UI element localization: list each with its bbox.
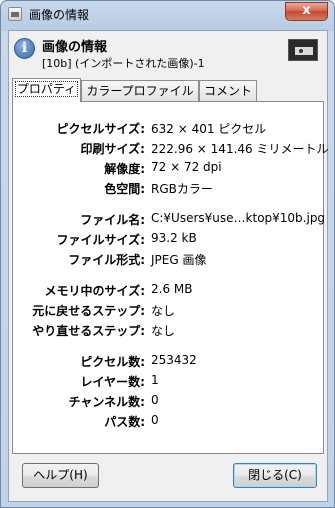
close-button[interactable]: 閉じる(C) — [233, 463, 317, 488]
tab-color-profile[interactable]: カラープロファイル — [81, 80, 199, 101]
property-value: JPEG 画像 — [151, 253, 207, 267]
image-info-dialog: 画像の情報 x i 画像の情報 [10b] (インポートされた画像)-1 プロパ… — [0, 0, 335, 508]
property-label: ピクセルサイズ: — [56, 122, 145, 136]
property-value: RGBカラー — [151, 182, 213, 196]
property-label: 色空間: — [104, 182, 145, 196]
dialog-heading: 画像の情報 — [42, 40, 108, 55]
property-value: 0 — [151, 393, 159, 407]
image-app-icon — [8, 7, 22, 21]
close-window-button[interactable]: x — [285, 2, 328, 21]
property-label: ファイル形式: — [68, 253, 145, 267]
property-row: ファイルサイズ: 93.2 kB — [13, 231, 325, 251]
property-row: チャンネル数: 0 — [13, 393, 325, 413]
tab-comment[interactable]: コメント — [199, 80, 257, 101]
property-row: 色空間: RGBカラー — [13, 180, 325, 200]
properties-panel: ピクセルサイズ: 632 × 401 ピクセル 印刷サイズ: 222.96 × 14… — [12, 101, 329, 454]
property-row: 解像度: 72 × 72 dpi — [13, 160, 325, 180]
property-row: メモリ中のサイズ: 2.6 MB — [13, 282, 325, 302]
dialog-body: i 画像の情報 [10b] (インポートされた画像)-1 プロパティ カラープロ… — [8, 30, 328, 502]
property-label: ピクセル数: — [80, 355, 145, 369]
property-value: 1 — [151, 373, 159, 387]
property-row: ファイル形式: JPEG 画像 — [13, 251, 325, 271]
property-value: 2.6 MB — [151, 282, 193, 296]
property-label: ファイルサイズ: — [56, 233, 145, 247]
image-thumbnail — [288, 39, 318, 61]
property-value: なし — [151, 324, 176, 338]
help-button[interactable]: ヘルプ(H) — [22, 463, 99, 488]
window-title: 画像の情報 — [29, 8, 90, 22]
property-value: 72 × 72 dpi — [151, 160, 222, 174]
info-icon: i — [14, 38, 35, 59]
property-label: メモリ中のサイズ: — [44, 284, 145, 298]
property-value: 632 × 401 ピクセル — [151, 122, 267, 136]
property-value: 222.96 × 141.46 ミリメートル — [151, 142, 329, 156]
property-row: ピクセル数: 253432 — [13, 353, 325, 373]
property-row: ファイル名: C:¥Users¥use…ktop¥10b.jpg — [13, 211, 325, 231]
property-label: パス数: — [104, 415, 145, 429]
property-label: 印刷サイズ: — [80, 142, 145, 156]
property-row: 印刷サイズ: 222.96 × 141.46 ミリメートル — [13, 140, 329, 160]
property-value: C:¥Users¥use…ktop¥10b.jpg — [151, 211, 326, 225]
property-row: 元に戻せるステップ: なし — [13, 302, 325, 322]
property-label: ファイル名: — [80, 213, 145, 227]
property-label: やり直せるステップ: — [32, 324, 145, 338]
property-row: レイヤー数: 1 — [13, 373, 325, 393]
property-row: やり直せるステップ: なし — [13, 322, 325, 342]
property-row: ピクセルサイズ: 632 × 401 ピクセル — [13, 120, 325, 140]
property-value: なし — [151, 304, 176, 318]
property-value: 0 — [151, 413, 159, 427]
property-row: パス数: 0 — [13, 413, 325, 433]
property-label: レイヤー数: — [80, 375, 145, 389]
property-label: 解像度: — [104, 162, 145, 176]
image-subtitle: [10b] (インポートされた画像)-1 — [42, 57, 205, 70]
property-value: 93.2 kB — [151, 231, 197, 245]
property-value: 253432 — [151, 353, 197, 367]
property-label: 元に戻せるステップ: — [32, 304, 145, 318]
title-bar[interactable]: 画像の情報 x — [1, 1, 334, 29]
property-label: チャンネル数: — [68, 395, 145, 409]
tab-properties[interactable]: プロパティ — [12, 78, 81, 102]
